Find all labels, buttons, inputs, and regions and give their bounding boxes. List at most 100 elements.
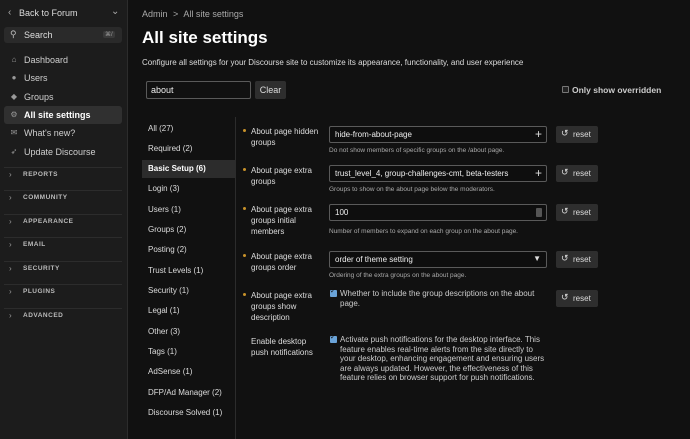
sidebar-item-label: Users: [24, 73, 48, 83]
setting-name: About page extra groups initial members: [251, 205, 312, 236]
overridden-indicator: [243, 168, 246, 171]
category-legal[interactable]: Legal (1): [142, 302, 235, 320]
reset-label: reset: [573, 169, 591, 178]
back-to-forum-label: Back to Forum: [19, 8, 78, 18]
setting-help: Do not show members of specific groups o…: [329, 147, 505, 154]
collapse-all-icon[interactable]: ⌄: [111, 6, 119, 17]
sidebar-section-label: PLUGINS: [23, 288, 56, 295]
chevron-right-icon: ›: [9, 217, 12, 226]
sidebar-item-groups[interactable]: ◆ Groups: [4, 88, 122, 106]
reset-button[interactable]: ↺ reset: [556, 204, 598, 221]
sidebar-section-label: COMMUNITY: [23, 194, 68, 201]
setting-name: About page extra groups: [251, 166, 312, 186]
admin-sidebar: ‹ Back to Forum ⌄ ⚲ Search ⌘/ ⌂ Dashboar…: [0, 0, 128, 439]
category-label: Tags (1): [148, 347, 177, 356]
breadcrumb-admin-link[interactable]: Admin: [142, 9, 168, 19]
setting-value: hide-from-about-page: [335, 130, 412, 139]
chevron-right-icon: ›: [9, 264, 12, 273]
reset-button[interactable]: ↺ reset: [556, 290, 598, 307]
sidebar-section-label: REPORTS: [23, 171, 58, 178]
sidebar-search-button[interactable]: ⚲ Search ⌘/: [4, 27, 122, 43]
category-users[interactable]: Users (1): [142, 201, 235, 219]
category-label: Login (3): [148, 184, 180, 193]
reset-button[interactable]: ↺ reset: [556, 165, 598, 182]
chevron-right-icon: ›: [9, 311, 12, 320]
settings-filter-input[interactable]: [146, 81, 251, 99]
sidebar-section-label: APPEARANCE: [23, 218, 74, 225]
home-icon: ⌂: [11, 55, 17, 64]
setting-value: 100: [335, 208, 349, 217]
group-list-input[interactable]: trust_level_4, group-challenges-cmt, bet…: [329, 165, 547, 182]
category-tags[interactable]: Tags (1): [142, 343, 235, 361]
chevron-right-icon: ›: [9, 240, 12, 249]
plus-icon[interactable]: +: [535, 127, 542, 141]
category-label: Groups (2): [148, 225, 187, 234]
settings-category-list: All (27) Required (2) Basic Setup (6) Lo…: [142, 117, 236, 439]
category-dfp-ad-manager[interactable]: DFP/Ad Manager (2): [142, 384, 235, 402]
setting-name: About page hidden groups: [251, 127, 319, 147]
sidebar-item-label: Update Discourse: [24, 147, 96, 157]
group-list-input[interactable]: hide-from-about-page +: [329, 126, 547, 143]
user-icon: ●: [11, 73, 17, 82]
chevron-right-icon: ›: [9, 193, 12, 202]
category-required[interactable]: Required (2): [142, 140, 235, 158]
sidebar-section-advanced[interactable]: › ADVANCED: [4, 308, 122, 322]
sidebar-section-appearance[interactable]: › APPEARANCE: [4, 214, 122, 228]
category-security[interactable]: Security (1): [142, 282, 235, 300]
sidebar-item-all-site-settings[interactable]: ⚙ All site settings: [4, 106, 122, 124]
sidebar-item-dashboard[interactable]: ⌂ Dashboard: [4, 51, 122, 69]
only-show-overridden-checkbox[interactable]: [562, 86, 569, 93]
undo-icon: ↺: [561, 206, 569, 216]
sidebar-section-reports[interactable]: › REPORTS: [4, 167, 122, 181]
search-shortcut: ⌘/: [103, 31, 115, 38]
chevron-right-icon: ›: [9, 170, 12, 179]
overridden-indicator: [243, 207, 246, 210]
sidebar-item-label: What's new?: [24, 128, 76, 138]
number-stepper-icon[interactable]: [536, 208, 542, 217]
category-label: Discourse Solved (1): [148, 408, 223, 417]
reset-label: reset: [573, 255, 591, 264]
order-select[interactable]: order of theme setting ▼: [329, 251, 547, 268]
sidebar-item-users[interactable]: ● Users: [4, 69, 122, 87]
setting-checkbox[interactable]: [330, 287, 337, 297]
overridden-indicator: [243, 293, 246, 296]
search-label: Search: [24, 30, 53, 40]
sidebar-section-security[interactable]: › SECURITY: [4, 261, 122, 275]
category-other[interactable]: Other (3): [142, 323, 235, 341]
sidebar-section-label: ADVANCED: [23, 312, 64, 319]
plus-icon[interactable]: +: [535, 166, 542, 180]
category-label: AdSense (1): [148, 367, 193, 376]
setting-checkbox-label: Activate push notifications for the desk…: [340, 335, 545, 382]
category-basic-setup[interactable]: Basic Setup (6): [142, 160, 235, 178]
overridden-indicator: [243, 129, 246, 132]
number-input[interactable]: 100: [329, 204, 547, 221]
sidebar-section-community[interactable]: › COMMUNITY: [4, 190, 122, 204]
page-description: Configure all settings for your Discours…: [142, 58, 524, 67]
reset-button[interactable]: ↺ reset: [556, 126, 598, 143]
sidebar-section-label: EMAIL: [23, 241, 46, 248]
sidebar-item-label: Groups: [24, 92, 54, 102]
overridden-indicator: [243, 254, 246, 257]
clear-filter-button[interactable]: Clear: [255, 81, 286, 99]
category-trust-levels[interactable]: Trust Levels (1): [142, 262, 235, 280]
category-discourse-solved[interactable]: Discourse Solved (1): [142, 404, 235, 422]
reset-button[interactable]: ↺ reset: [556, 251, 598, 268]
setting-checkbox[interactable]: [330, 333, 337, 343]
category-label: Required (2): [148, 144, 193, 153]
sidebar-item-update-discourse[interactable]: ➶ Update Discourse: [4, 143, 122, 161]
caret-down-icon: ▼: [533, 254, 541, 263]
category-posting[interactable]: Posting (2): [142, 241, 235, 259]
category-login[interactable]: Login (3): [142, 180, 235, 198]
category-adsense[interactable]: AdSense (1): [142, 363, 235, 381]
category-all[interactable]: All (27): [142, 120, 235, 138]
sidebar-section-email[interactable]: › EMAIL: [4, 237, 122, 251]
reset-label: reset: [573, 294, 591, 303]
megaphone-icon: ✉: [10, 128, 18, 137]
sidebar-section-plugins[interactable]: › PLUGINS: [4, 284, 122, 298]
back-to-forum-link[interactable]: ‹ Back to Forum ⌄: [0, 6, 128, 22]
category-groups[interactable]: Groups (2): [142, 221, 235, 239]
sidebar-item-whats-new[interactable]: ✉ What's new?: [4, 124, 122, 142]
search-icon: ⚲: [10, 29, 17, 39]
sidebar-section-label: SECURITY: [23, 265, 60, 272]
only-show-overridden-label: Only show overridden: [572, 85, 662, 95]
